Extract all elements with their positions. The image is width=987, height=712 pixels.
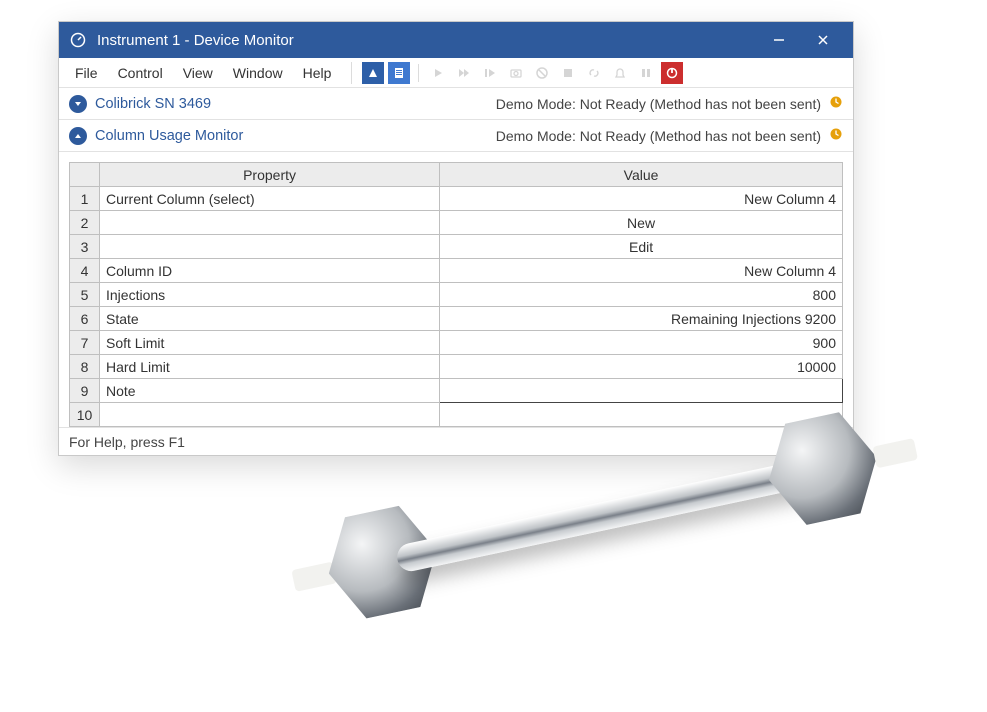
property-grid: Property Value 1Current Column (select)N… xyxy=(59,152,853,427)
panel-column-usage-status: Demo Mode: Not Ready (Method has not bee… xyxy=(496,128,821,144)
menubar: File Control View Window Help xyxy=(59,58,853,88)
row-number: 3 xyxy=(70,235,100,259)
table-row: 5Injections800 xyxy=(70,283,843,307)
window-title: Instrument 1 - Device Monitor xyxy=(97,32,294,49)
chevron-down-icon xyxy=(69,95,87,113)
table-row: 7Soft Limit900 xyxy=(70,331,843,355)
note-input[interactable] xyxy=(440,379,843,403)
close-button[interactable] xyxy=(801,22,845,58)
toolbar-sequence-icon[interactable] xyxy=(388,62,410,84)
fast-forward-icon[interactable] xyxy=(453,62,475,84)
minimize-button[interactable] xyxy=(757,22,801,58)
abort-icon[interactable] xyxy=(531,62,553,84)
row-number: 8 xyxy=(70,355,100,379)
bell-icon[interactable] xyxy=(609,62,631,84)
row-number: 1 xyxy=(70,187,100,211)
row-number: 9 xyxy=(70,379,100,403)
grid-header-property: Property xyxy=(100,163,440,187)
link-icon[interactable] xyxy=(583,62,605,84)
row-number: 5 xyxy=(70,283,100,307)
property-cell: State xyxy=(100,307,440,331)
menu-control[interactable]: Control xyxy=(110,61,171,85)
clock-icon xyxy=(829,127,843,144)
panel-colibrick[interactable]: Colibrick SN 3469 Demo Mode: Not Ready (… xyxy=(59,88,853,120)
toolbar xyxy=(351,62,683,84)
property-cell xyxy=(100,235,440,259)
pause-icon[interactable] xyxy=(635,62,657,84)
menu-view[interactable]: View xyxy=(175,61,221,85)
play-icon[interactable] xyxy=(427,62,449,84)
row-number: 6 xyxy=(70,307,100,331)
titlebar: Instrument 1 - Device Monitor xyxy=(59,22,853,58)
table-row: 4Column IDNew Column 4 xyxy=(70,259,843,283)
panel-column-usage-name: Column Usage Monitor xyxy=(95,128,243,144)
value-cell: 800 xyxy=(440,283,843,307)
table-row: 9Note xyxy=(70,379,843,403)
grid-header-rownum xyxy=(70,163,100,187)
table-row: 10 xyxy=(70,403,843,427)
menu-file[interactable]: File xyxy=(67,61,106,85)
toolbar-method-icon[interactable] xyxy=(362,62,384,84)
table-row: 6StateRemaining Injections 9200 xyxy=(70,307,843,331)
property-cell: Injections xyxy=(100,283,440,307)
device-monitor-window: Instrument 1 - Device Monitor File Contr… xyxy=(58,21,854,456)
step-icon[interactable] xyxy=(479,62,501,84)
statusbar-hint: For Help, press F1 xyxy=(69,434,185,450)
shutdown-icon[interactable] xyxy=(661,62,683,84)
property-cell: Column ID xyxy=(100,259,440,283)
panel-colibrick-name: Colibrick SN 3469 xyxy=(95,96,211,112)
new-button[interactable]: New xyxy=(440,211,843,235)
row-number: 7 xyxy=(70,331,100,355)
property-cell: Hard Limit xyxy=(100,355,440,379)
property-cell: Note xyxy=(100,379,440,403)
row-number: 10 xyxy=(70,403,100,427)
value-cell: Remaining Injections 9200 xyxy=(440,307,843,331)
clock-icon xyxy=(829,95,843,112)
app-icon xyxy=(69,31,87,49)
menu-window[interactable]: Window xyxy=(225,61,291,85)
row-number: 2 xyxy=(70,211,100,235)
panel-colibrick-status: Demo Mode: Not Ready (Method has not bee… xyxy=(496,96,821,112)
table-row: 1Current Column (select)New Column 4 xyxy=(70,187,843,211)
value-cell: 10000 xyxy=(440,355,843,379)
edit-button[interactable]: Edit xyxy=(440,235,843,259)
snapshot-icon[interactable] xyxy=(505,62,527,84)
toolbar-separator xyxy=(418,64,419,82)
property-cell xyxy=(100,211,440,235)
property-cell xyxy=(100,403,440,427)
property-cell: Current Column (select) xyxy=(100,187,440,211)
table-row: 3 Edit xyxy=(70,235,843,259)
value-cell: New Column 4 xyxy=(440,259,843,283)
table-row: 8Hard Limit10000 xyxy=(70,355,843,379)
table-row: 2 New xyxy=(70,211,843,235)
property-cell: Soft Limit xyxy=(100,331,440,355)
value-cell[interactable]: New Column 4 xyxy=(440,187,843,211)
panel-column-usage[interactable]: Column Usage Monitor Demo Mode: Not Read… xyxy=(59,120,853,152)
stop-icon[interactable] xyxy=(557,62,579,84)
statusbar: For Help, press F1 xyxy=(59,427,853,455)
grid-header-value: Value xyxy=(440,163,843,187)
chevron-up-icon xyxy=(69,127,87,145)
menu-help[interactable]: Help xyxy=(295,61,340,85)
row-number: 4 xyxy=(70,259,100,283)
value-cell xyxy=(440,403,843,427)
value-cell: 900 xyxy=(440,331,843,355)
